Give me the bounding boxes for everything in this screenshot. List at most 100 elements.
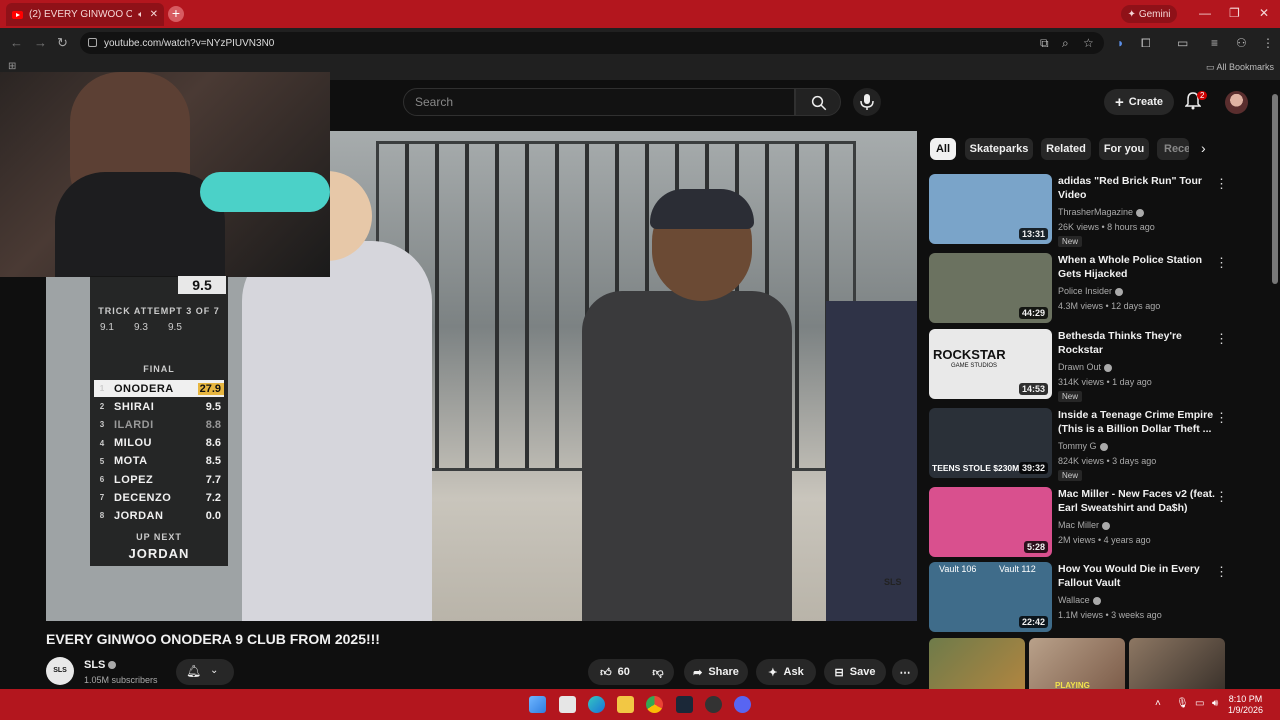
more-vertical-icon[interactable]: ⋮: [1215, 176, 1228, 192]
extensions-puzzle-icon[interactable]: ⧠: [1141, 36, 1151, 51]
gemini-button[interactable]: ✦ Gemini: [1121, 5, 1177, 23]
video-thumbnail[interactable]: ROCKSTAR GAME STUDIOS 14:53: [929, 329, 1052, 399]
up-next-label: UP NEXT: [136, 532, 182, 542]
dislike-button[interactable]: 👎︎: [642, 659, 674, 685]
chip-skateparks[interactable]: Skateparks: [965, 138, 1033, 160]
microphone-graphic: [200, 172, 330, 212]
save-button[interactable]: ⊟ Save: [824, 659, 886, 685]
edge-icon[interactable]: [588, 696, 605, 713]
rank: 2: [99, 402, 105, 412]
chip-recent[interactable]: Rece: [1157, 138, 1189, 160]
recommendation-channel[interactable]: Tommy G: [1058, 441, 1108, 451]
site-info-icon[interactable]: [88, 38, 97, 47]
profile-icon[interactable]: ⚇: [1236, 36, 1247, 50]
recommendation-channel[interactable]: Drawn Out: [1058, 362, 1113, 372]
task-view-icon[interactable]: [559, 696, 576, 713]
channel-avatar[interactable]: SLS: [46, 657, 74, 685]
all-bookmarks-button[interactable]: ▭ All Bookmarks: [1206, 62, 1274, 73]
video-title: EVERY GINWOO ONODERA 9 CLUB FROM 2025!!!: [46, 631, 380, 647]
install-app-icon[interactable]: ⧉: [1040, 36, 1049, 51]
recommendation-title[interactable]: Bethesda Thinks They're Rockstar: [1058, 329, 1223, 357]
standings-row: 7 DECENZO 7.2: [94, 489, 224, 506]
recommendation-meta: 2M views • 4 years ago: [1058, 535, 1151, 545]
recommendation-title[interactable]: How You Would Die in Every Fallout Vault: [1058, 562, 1223, 590]
recommendation-card[interactable]: 13:31 adidas "Red Brick Run" Tour Video Th…: [929, 174, 1229, 247]
chip-related[interactable]: Related: [1041, 138, 1091, 160]
video-thumbnail[interactable]: Vault 106 Vault 112 22:42: [929, 562, 1052, 632]
recommendation-channel[interactable]: Police Insider: [1058, 286, 1124, 296]
more-vertical-icon[interactable]: ⋮: [1215, 410, 1228, 426]
subscribed-button[interactable]: 🔔︎ ⌄: [176, 659, 234, 685]
ask-button[interactable]: ✦ Ask: [756, 659, 816, 685]
reload-icon[interactable]: ↻: [57, 35, 68, 51]
app-icon[interactable]: [705, 696, 722, 713]
recommendation-channel[interactable]: Wallace: [1058, 595, 1101, 605]
tray-chevron-icon[interactable]: ˄: [1155, 698, 1161, 709]
new-tab-button[interactable]: +: [168, 6, 184, 22]
partial-thumbnail[interactable]: [929, 638, 1025, 689]
channel-name[interactable]: SLS: [84, 659, 117, 671]
recommendation-card[interactable]: 5:28 Mac Miller - New Faces v2 (feat. Ear…: [929, 487, 1229, 557]
recommendation-title[interactable]: adidas "Red Brick Run" Tour Video: [1058, 174, 1223, 202]
minimize-button[interactable]: —: [1199, 6, 1211, 20]
zoom-icon[interactable]: ⌕: [1062, 36, 1069, 51]
mic-tray-icon[interactable]: 🎙︎: [1176, 698, 1189, 709]
forward-icon[interactable]: →: [34, 35, 47, 50]
volume-icon[interactable]: 🔊︎: [1212, 698, 1218, 709]
sidebar-icon[interactable]: ▭: [1177, 36, 1188, 50]
chevron-right-icon[interactable]: ›: [1201, 140, 1206, 156]
search-button[interactable]: [795, 88, 841, 116]
network-icon[interactable]: ▭: [1195, 698, 1204, 709]
browser-menu-icon[interactable]: ⋮: [1262, 36, 1274, 50]
share-button[interactable]: ➦ Share: [684, 659, 748, 685]
create-button[interactable]: + Create: [1104, 89, 1174, 115]
back-icon[interactable]: ←: [10, 35, 23, 50]
recommendation-card[interactable]: ROCKSTAR GAME STUDIOS 14:53 Bethesda Thinks…: [929, 329, 1229, 402]
partial-thumbnail[interactable]: [1129, 638, 1225, 689]
close-window-button[interactable]: ✕: [1259, 6, 1269, 20]
page-scrollbar[interactable]: [1272, 94, 1278, 284]
windows-start-icon[interactable]: [529, 696, 546, 713]
video-thumbnail[interactable]: TEENS STOLE $230M 39:32: [929, 408, 1052, 478]
video-thumbnail[interactable]: 44:29: [929, 253, 1052, 323]
recommendation-card[interactable]: Vault 106 Vault 112 22:42 How You Would Die…: [929, 562, 1229, 632]
browser-tab[interactable]: (2) EVERY GINWOO ONODE 🔈︎ ✕: [6, 3, 164, 26]
recommendation-channel[interactable]: ThrasherMagazine: [1058, 207, 1145, 217]
apps-grid-icon[interactable]: ⊞: [8, 61, 16, 72]
more-vertical-icon[interactable]: ⋮: [1215, 489, 1228, 505]
like-button[interactable]: 👍︎ 60: [588, 659, 642, 685]
recommendation-title[interactable]: When a Whole Police Station Gets Hijacke…: [1058, 253, 1223, 281]
recommendation-title[interactable]: Mac Miller - New Faces v2 (feat. Earl Sw…: [1058, 487, 1223, 515]
date: 1/9/2026: [1228, 705, 1264, 715]
video-thumbnail[interactable]: 13:31: [929, 174, 1052, 244]
close-tab-icon[interactable]: ✕: [150, 9, 158, 20]
chrome-icon[interactable]: [646, 696, 663, 713]
video-thumbnail[interactable]: 5:28: [929, 487, 1052, 557]
search-input[interactable]: Search: [403, 88, 795, 116]
taskbar-clock[interactable]: 8:10 PM 1/9/2026: [1228, 694, 1263, 716]
discord-icon[interactable]: [734, 696, 751, 713]
more-actions-button[interactable]: ⋯: [892, 659, 918, 685]
more-vertical-icon[interactable]: ⋮: [1215, 331, 1228, 347]
bookmark-star-icon[interactable]: ☆: [1083, 36, 1094, 50]
voice-search-button[interactable]: [853, 88, 881, 116]
steam-icon[interactable]: [676, 696, 693, 713]
skater-score: 7.2: [205, 491, 221, 504]
extension-icon[interactable]: ◗: [1117, 36, 1124, 50]
chip-for-you[interactable]: For you: [1099, 138, 1149, 160]
recommendation-card[interactable]: TEENS STOLE $230M 39:32 Inside a Teenage C…: [929, 408, 1229, 481]
more-vertical-icon[interactable]: ⋮: [1215, 255, 1228, 271]
more-vertical-icon[interactable]: ⋮: [1215, 564, 1228, 580]
file-explorer-icon[interactable]: [617, 696, 634, 713]
channel-text: Drawn Out: [1058, 362, 1102, 372]
recommendation-channel[interactable]: Mac Miller: [1058, 520, 1111, 530]
reading-list-icon[interactable]: ≡: [1211, 36, 1218, 50]
partial-thumbnail[interactable]: PLAYING: [1029, 638, 1125, 690]
account-avatar[interactable]: [1225, 91, 1248, 114]
maximize-button[interactable]: ❐: [1229, 6, 1240, 20]
recommendation-card[interactable]: 44:29 When a Whole Police Station Gets Hi…: [929, 253, 1229, 323]
chip-all[interactable]: All: [930, 138, 956, 160]
url-bar[interactable]: youtube.com/watch?v=NYzPIUVN3N0: [80, 32, 1104, 54]
recommendation-title[interactable]: Inside a Teenage Crime Empire (This is a…: [1058, 408, 1223, 436]
video-duration: 5:28: [1023, 541, 1048, 553]
